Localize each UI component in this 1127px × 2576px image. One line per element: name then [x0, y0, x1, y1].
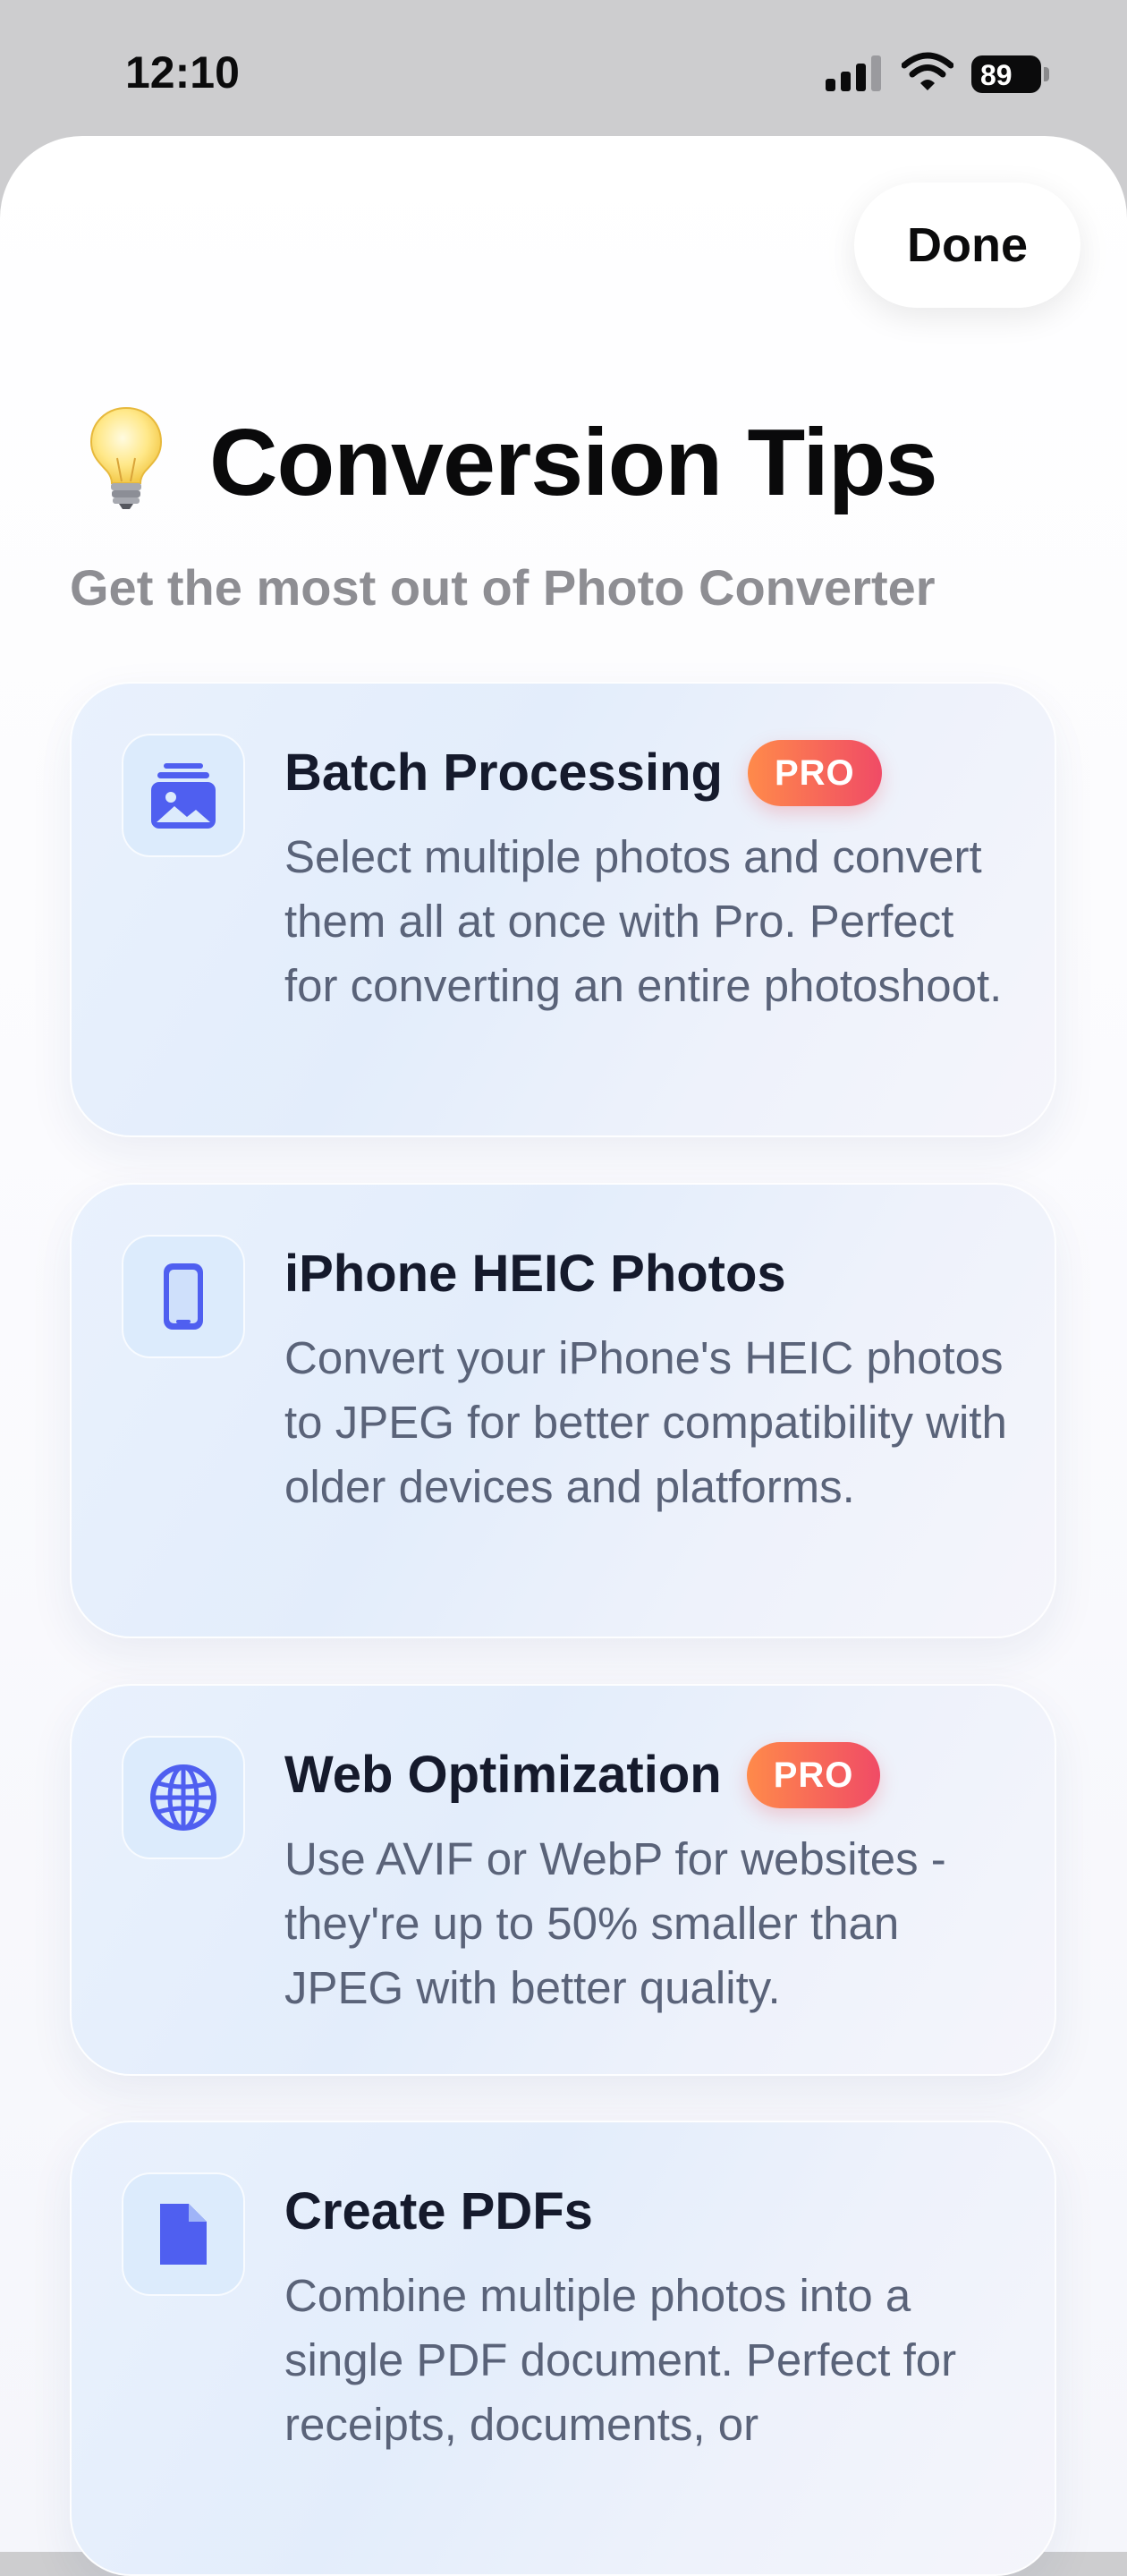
- tip-title: Batch Processing: [284, 744, 723, 802]
- tip-header: iPhone HEIC Photos: [284, 1231, 786, 1317]
- iphone-icon: [164, 1263, 203, 1330]
- tip-card-web-optimization[interactable]: Web Optimization PRO Use AVIF or WebP for…: [70, 1684, 1056, 2076]
- pro-badge: PRO: [747, 740, 882, 806]
- cellular-signal-icon: [826, 55, 881, 91]
- done-button[interactable]: Done: [854, 183, 1080, 308]
- tip-header: Create PDFs: [284, 2169, 593, 2255]
- tip-title: Web Optimization: [284, 1746, 722, 1804]
- tip-icon-container: [122, 1736, 245, 1859]
- battery-percentage: 89: [980, 59, 1013, 91]
- tip-header: Web Optimization PRO: [284, 1732, 881, 1818]
- tip-card-batch-processing[interactable]: Batch Processing PRO Select multiple phot…: [70, 682, 1056, 1137]
- tips-sheet: Done Conversion Tips Get the most out of…: [0, 136, 1127, 2576]
- tip-title: Create PDFs: [284, 2182, 593, 2240]
- page-title: Conversion Tips: [209, 410, 938, 515]
- photo-stack-icon: [151, 763, 216, 829]
- tip-description: Use AVIF or WebP for websites - they're …: [284, 1833, 946, 2013]
- tip-icon-container: [122, 2172, 245, 2296]
- tip-description: Select multiple photos and convert them …: [284, 831, 1003, 1011]
- tip-icon-container: [122, 1235, 245, 1358]
- tip-card-iphone-heic[interactable]: iPhone HEIC Photos Convert your iPhone's…: [70, 1183, 1056, 1638]
- document-icon: [160, 2204, 207, 2265]
- battery-icon: 89: [971, 55, 1054, 95]
- wifi-icon: [902, 52, 953, 90]
- tip-card-create-pdfs[interactable]: Create PDFs Combine multiple photos into…: [70, 2121, 1056, 2576]
- tip-icon-container: [122, 734, 245, 857]
- tip-description: Convert your iPhone's HEIC photos to JPE…: [284, 1332, 1007, 1512]
- tip-description: Combine multiple photos into a single PD…: [284, 2270, 957, 2450]
- tip-title: iPhone HEIC Photos: [284, 1245, 786, 1303]
- lightbulb-icon: [89, 406, 163, 509]
- status-time: 12:10: [125, 47, 240, 98]
- pro-badge: PRO: [746, 1742, 881, 1808]
- page-subtitle: Get the most out of Photo Converter: [70, 559, 936, 616]
- tip-header: Batch Processing PRO: [284, 730, 882, 816]
- globe-icon: [150, 1764, 216, 1831]
- status-bar: 12:10 89: [0, 0, 1127, 134]
